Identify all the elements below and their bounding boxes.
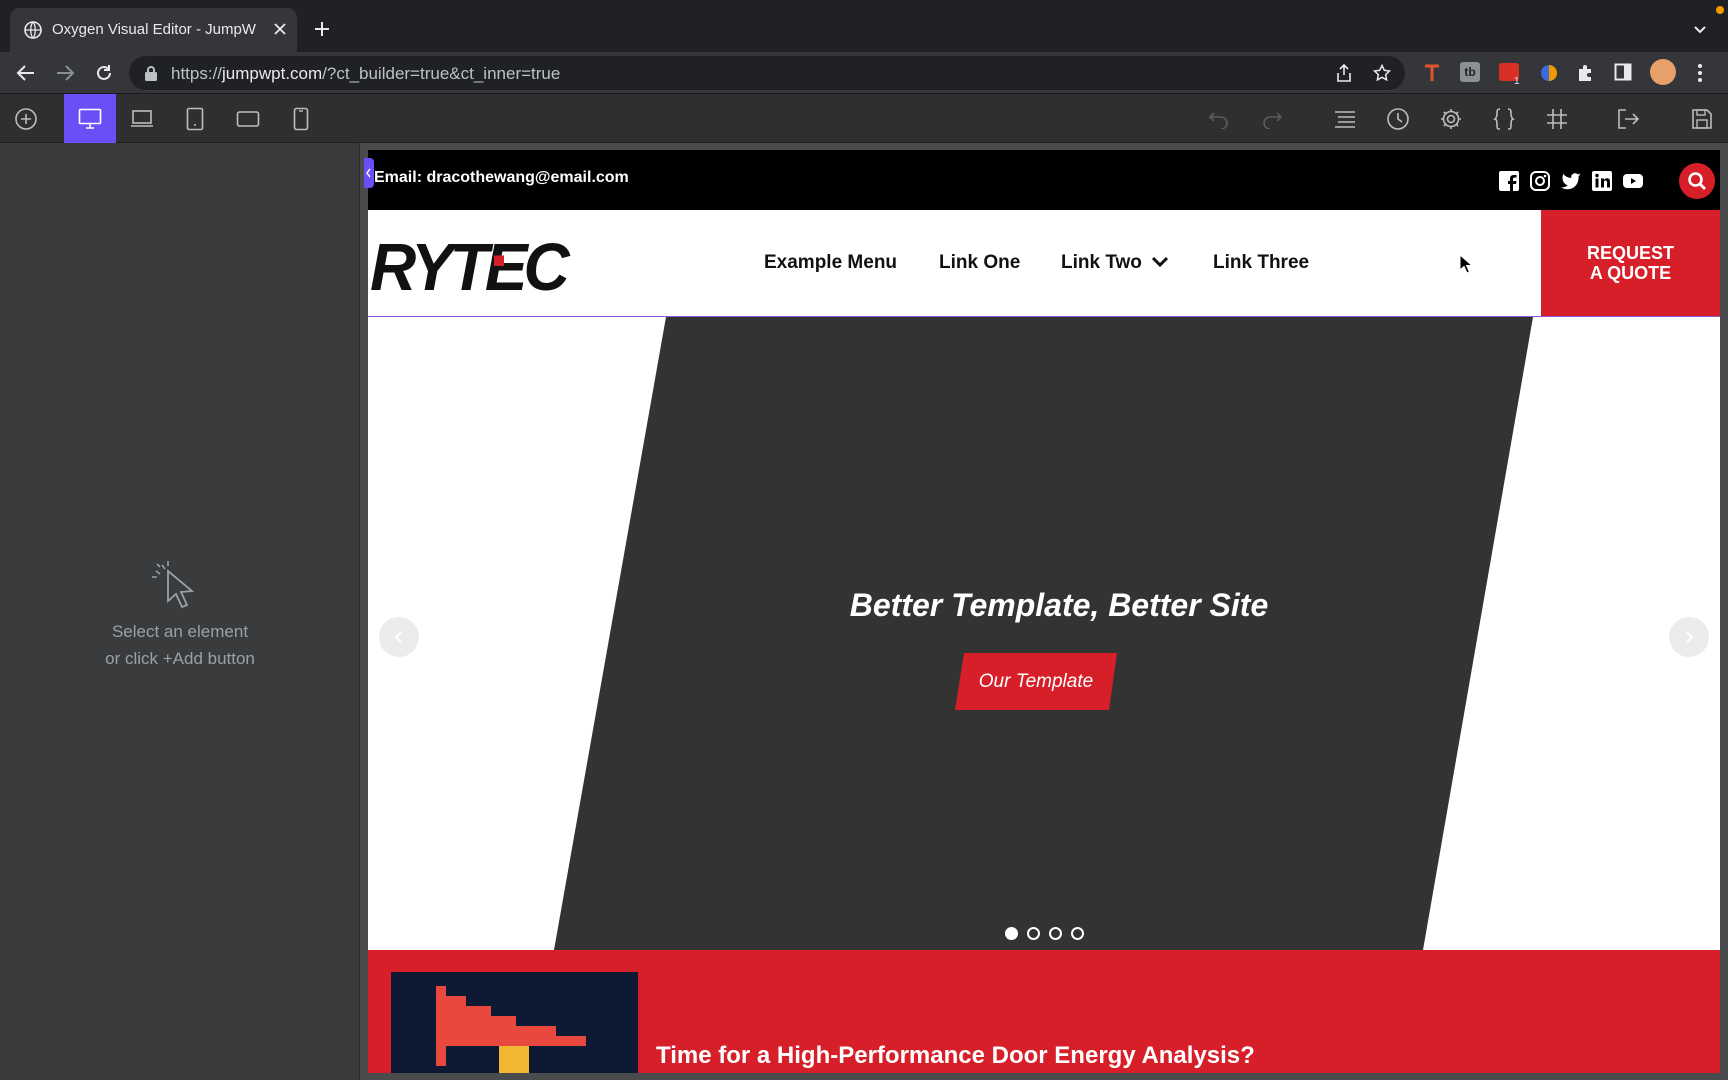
nav-example-menu[interactable]: Example Menu [764,252,897,274]
laptop-icon [131,109,153,127]
instagram-icon[interactable] [1529,170,1551,192]
bookmark-star-icon[interactable] [1373,64,1391,82]
empty-state-hint: Select an element or click +Add button [0,618,360,672]
globe-icon [24,21,42,39]
phone-portrait-icon [293,107,309,130]
desktop-icon [78,108,102,129]
tab-title: Oxygen Visual Editor - JumpW [52,21,256,38]
slider-dot-2[interactable] [1027,927,1040,940]
save-button[interactable] [1676,94,1728,143]
share-icon[interactable] [1336,64,1352,82]
address-bar[interactable]: https://jumpwpt.com/?ct_builder=true&ct_… [129,56,1405,90]
device-portrait-button[interactable] [275,94,327,143]
back-icon[interactable] [16,64,36,82]
energy-analysis-banner: Time for a High-Performance Door Energy … [368,950,1720,1073]
slider-prev-button[interactable] [379,617,419,657]
settings-button[interactable] [1425,94,1477,143]
banner-thumbnail [391,972,638,1073]
redo-icon [1263,111,1283,129]
add-element-button[interactable] [0,94,52,143]
hash-icon [1547,108,1567,129]
builder-canvas[interactable]: Email: dracothewang@email.com RYTEC Exam… [360,143,1728,1080]
top-bar[interactable]: Email: dracothewang@email.com [368,150,1720,210]
code-button[interactable] [1478,94,1530,143]
email-text[interactable]: Email: dracothewang@email.com [374,169,629,187]
slider-dot-3[interactable] [1049,927,1062,940]
hero-slanted-panel [554,317,1533,950]
history-button[interactable] [1372,94,1424,143]
reload-icon[interactable] [94,63,114,83]
logo-red-mark [494,255,504,266]
facebook-icon[interactable] [1498,170,1520,192]
lock-icon[interactable] [144,65,158,81]
cursor-click-icon [146,555,202,611]
youtube-icon[interactable] [1622,170,1644,192]
nav-link-one[interactable]: Link One [939,252,1020,274]
close-tab-icon[interactable] [272,21,288,37]
undo-icon [1208,111,1228,129]
extension-circle-icon[interactable] [1539,63,1559,83]
properties-panel: Select an element or click +Add button [0,143,360,1080]
exit-icon [1618,108,1640,129]
hero-slider: Better Template, Better Site Our Templat… [368,317,1720,950]
chevron-down-icon [1152,256,1169,268]
url-text[interactable]: https://jumpwpt.com/?ct_builder=true&ct_… [171,64,560,84]
twitter-icon[interactable] [1560,170,1582,192]
forward-icon[interactable] [55,64,75,82]
search-icon [1688,172,1706,190]
our-template-button[interactable]: Our Template [955,653,1117,710]
gear-icon [1441,108,1461,129]
structure-icon [1335,110,1355,128]
new-tab-icon[interactable] [313,20,331,38]
clock-icon [1387,107,1409,130]
curly-braces-icon [1493,107,1515,130]
search-button[interactable] [1679,163,1715,199]
site-preview: Email: dracothewang@email.com RYTEC Exam… [368,150,1720,1073]
browser-tab[interactable]: Oxygen Visual Editor - JumpW [10,8,297,52]
site-logo[interactable]: RYTEC [370,228,570,306]
phone-landscape-icon [236,110,260,127]
slider-next-button[interactable] [1669,617,1709,657]
chevron-right-icon [1686,631,1694,643]
hint-line-1: Select an element [111,622,249,641]
tablet-icon [186,107,204,130]
extensions-puzzle-icon[interactable] [1576,63,1596,83]
linkedin-icon[interactable] [1591,170,1613,192]
chevron-left-icon [394,631,402,643]
builder-toolbar [0,94,1728,143]
mouse-pointer-icon [1459,254,1473,274]
browser-tabstrip: Oxygen Visual Editor - JumpW [0,0,1728,52]
extension-t-icon[interactable] [1423,63,1441,83]
request-quote-button[interactable]: REQUEST A QUOTE [1541,210,1720,316]
update-dot-icon [1716,6,1724,14]
device-laptop-button[interactable] [116,94,168,143]
slider-dot-4[interactable] [1071,927,1084,940]
collapse-panel-handle[interactable] [364,158,374,188]
extension-tb-icon[interactable]: tb [1460,62,1480,82]
site-header: RYTEC Example Menu Link One Link Two Lin… [368,210,1720,317]
undo-button[interactable] [1193,94,1245,143]
redo-button[interactable] [1246,94,1298,143]
grid-button[interactable] [1531,94,1583,143]
hero-title: Better Template, Better Site [849,587,1269,623]
hint-line-2: or click +Add button [105,649,255,668]
slider-dot-1[interactable] [1005,927,1018,940]
side-panel-icon[interactable] [1614,63,1632,81]
exit-button[interactable] [1602,94,1654,143]
device-desktop-button[interactable] [64,94,116,143]
browser-menu-icon[interactable] [1697,63,1703,83]
tab-search-chevron-icon[interactable] [1692,21,1708,37]
profile-avatar[interactable] [1650,59,1676,85]
nav-link-two[interactable]: Link Two [1061,252,1169,274]
banner-title: Time for a High-Performance Door Energy … [656,1042,1255,1069]
add-circle-icon [15,107,37,130]
browser-toolbar: https://jumpwpt.com/?ct_builder=true&ct_… [0,52,1728,94]
save-icon [1692,108,1712,129]
extension-badge: 1 [1514,76,1520,87]
device-tablet-button[interactable] [169,94,221,143]
nav-link-three[interactable]: Link Three [1213,252,1309,274]
device-landscape-button[interactable] [222,94,274,143]
structure-button[interactable] [1319,94,1371,143]
pixel-flag-image [436,986,586,1073]
